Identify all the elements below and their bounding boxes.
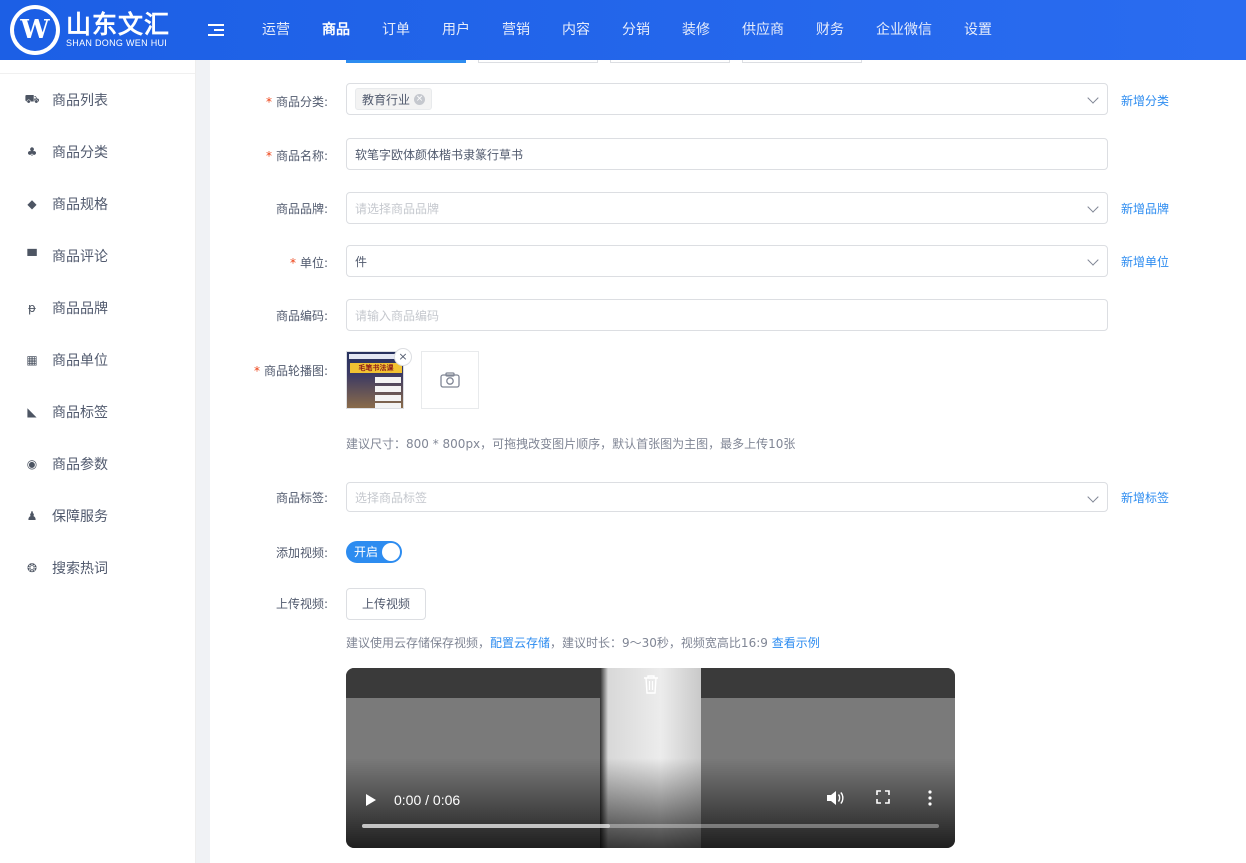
nav-item-settings[interactable]: 设置 <box>948 0 1008 60</box>
sidebar-item-label: 商品列表 <box>52 93 108 109</box>
more-options-icon[interactable] <box>928 790 932 810</box>
sidebar-item-product-list[interactable]: ⛟ 商品列表 <box>0 74 195 126</box>
tag-close-icon[interactable]: × <box>414 93 426 105</box>
view-example-link[interactable]: 查看示例 <box>772 636 820 650</box>
logo-name-en: SHAN DONG WEN HUI <box>66 38 168 48</box>
trash-icon[interactable] <box>642 674 660 697</box>
carousel-hint: 建议尺寸：800 * 800px，可拖拽改变图片顺序，默认首张图为主图，最多上传… <box>346 437 796 451</box>
switch-text: 开启 <box>354 545 379 559</box>
sidebar-item-label: 商品规格 <box>52 197 108 213</box>
add-unit-link[interactable]: 新增单位 <box>1121 253 1169 270</box>
sidebar-item-product-comments[interactable]: ▀ 商品评论 <box>0 230 195 282</box>
video-progress-bar[interactable] <box>362 824 939 828</box>
logo-emblem: W <box>10 5 60 55</box>
tags-label: 商品标签: <box>275 491 328 505</box>
logo[interactable]: W 山东文汇 SHAN DONG WEN HUI <box>0 0 196 60</box>
nav-item-products[interactable]: 商品 <box>306 0 366 60</box>
upload-video-button[interactable]: 上传视频 <box>346 588 426 620</box>
unit-select[interactable]: 件 <box>346 245 1108 277</box>
sidebar-item-label: 搜索热词 <box>52 561 108 577</box>
add-category-link[interactable]: 新增分类 <box>1121 92 1169 109</box>
video-time: 0:00 / 0:06 <box>394 792 461 808</box>
sidebar-item-product-params[interactable]: ◉ 商品参数 <box>0 438 195 490</box>
nav-item-decoration[interactable]: 装修 <box>666 0 726 60</box>
chevron-down-icon <box>1087 491 1099 503</box>
sidebar-item-label: 商品品牌 <box>52 301 108 317</box>
sidebar-item-label: 商品评论 <box>52 249 108 265</box>
carousel-label: * 商品轮播图: <box>253 364 328 378</box>
nav-item-wecom[interactable]: 企业微信 <box>860 0 948 60</box>
upload-video-hint: 建议使用云存储保存视频，配置云存储，建议时长：9～30秒，视频宽高比16:9 查… <box>346 636 820 650</box>
product-name-input[interactable]: 软笔字欧体颜体楷书隶篆行草书 <box>346 138 1108 170</box>
logo-letter: W <box>14 9 56 51</box>
eye-icon: ◉ <box>26 457 38 471</box>
camera-icon <box>440 372 460 388</box>
add-video-switch[interactable]: 开启 <box>346 541 402 563</box>
top-bar: W 山东文汇 SHAN DONG WEN HUI 运营 商品 订单 用户 营销 … <box>0 0 1246 60</box>
product-code-input[interactable]: 请输入商品编码 <box>346 299 1108 331</box>
chevron-down-icon <box>1087 254 1099 266</box>
sidebar-item-label: 商品单位 <box>52 353 108 369</box>
nav-item-suppliers[interactable]: 供应商 <box>726 0 800 60</box>
nav-item-content[interactable]: 内容 <box>546 0 606 60</box>
sidebar-item-label: 保障服务 <box>52 509 108 525</box>
main-content: * 商品分类: 教育行业 × 新增分类 * 商品名称: 软笔字欧体颜体楷书隶篆行草书 … <box>210 60 1246 863</box>
add-tag-link[interactable]: 新增标签 <box>1121 489 1169 506</box>
grid-icon: ▦ <box>26 353 38 367</box>
sidebar-item-product-brand[interactable]: ᵽ 商品品牌 <box>0 282 195 334</box>
nav-item-orders[interactable]: 订单 <box>366 0 426 60</box>
nav-item-users[interactable]: 用户 <box>426 0 486 60</box>
tag-icon: ◣ <box>27 405 37 419</box>
name-label: * 商品名称: <box>265 149 328 163</box>
menu-toggle-icon[interactable] <box>208 21 224 39</box>
remove-image-icon[interactable]: × <box>394 348 412 366</box>
brand-select[interactable]: 请选择商品品牌 <box>346 192 1108 224</box>
chevron-down-icon <box>1087 201 1099 213</box>
person-icon: ♟ <box>26 509 38 523</box>
basketball-icon: ❂ <box>26 561 38 575</box>
thumbnail-title: 毛笔书法课 <box>350 363 402 373</box>
unit-label: * 单位: <box>289 256 328 270</box>
upload-video-label: 上传视频: <box>275 597 328 611</box>
code-label: 商品编码: <box>275 309 328 323</box>
category-tag: 教育行业 × <box>355 88 433 110</box>
category-icon: ♣ <box>26 145 38 159</box>
cube-icon: ◆ <box>27 197 37 211</box>
chevron-down-icon <box>1087 92 1099 104</box>
category-select[interactable]: 教育行业 × <box>346 83 1108 115</box>
brand-label: 商品品牌: <box>275 202 328 216</box>
sidebar-item-product-spec[interactable]: ◆ 商品规格 <box>0 178 195 230</box>
sidebar-item-product-category[interactable]: ♣ 商品分类 <box>0 126 195 178</box>
logo-name-cn: 山东文汇 <box>66 10 171 39</box>
nav-item-distribution[interactable]: 分销 <box>606 0 666 60</box>
video-player[interactable]: 0:00 / 0:06 <box>346 668 955 848</box>
nav-item-marketing[interactable]: 营销 <box>486 0 546 60</box>
sidebar-item-label: 商品标签 <box>52 405 108 421</box>
add-brand-link[interactable]: 新增品牌 <box>1121 200 1169 217</box>
sidebar-item-hot-search[interactable]: ❂ 搜索热词 <box>0 542 195 594</box>
upload-image-button[interactable] <box>421 351 479 409</box>
category-label: * 商品分类: <box>265 95 328 109</box>
volume-icon[interactable] <box>826 790 844 810</box>
sidebar-item-product-tags[interactable]: ◣ 商品标签 <box>0 386 195 438</box>
add-video-label: 添加视频: <box>275 546 328 560</box>
sidebar-item-guarantee-service[interactable]: ♟ 保障服务 <box>0 490 195 542</box>
comment-icon: ▀ <box>27 249 37 263</box>
configure-storage-link[interactable]: 配置云存储 <box>490 636 550 650</box>
sidebar-item-label: 商品参数 <box>52 457 108 473</box>
basket-icon: ⛟ <box>24 92 40 106</box>
nav-item-finance[interactable]: 财务 <box>800 0 860 60</box>
logo-text: 山东文汇 SHAN DONG WEN HUI <box>66 11 170 49</box>
main-nav: 运营 商品 订单 用户 营销 内容 分销 装修 供应商 财务 企业微信 设置 <box>246 0 1008 60</box>
play-icon[interactable] <box>366 794 376 806</box>
switch-knob <box>382 543 400 561</box>
sidebar-item-label: 商品分类 <box>52 145 108 161</box>
sidebar: ⛟ 商品列表 ♣ 商品分类 ◆ 商品规格 ▀ 商品评论 ᵽ 商品品牌 ▦ 商品单… <box>0 60 196 863</box>
nav-item-operations[interactable]: 运营 <box>246 0 306 60</box>
brand-icon: ᵽ <box>27 301 36 315</box>
fullscreen-icon[interactable] <box>876 790 890 808</box>
tags-select[interactable]: 选择商品标签 <box>346 482 1108 512</box>
sidebar-item-product-unit[interactable]: ▦ 商品单位 <box>0 334 195 386</box>
